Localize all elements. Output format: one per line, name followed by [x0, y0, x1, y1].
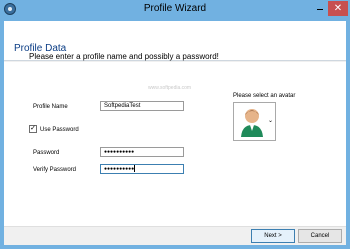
wizard-window: Profile Wizard ✕ Profile Data Next > Can… [0, 0, 350, 249]
password-label: Password [33, 150, 60, 156]
title-bar[interactable]: Profile Wizard ✕ [0, 0, 350, 20]
verify-password-input[interactable]: ●●●●●●●●●● [100, 164, 184, 174]
watermark-text: www.softpedia.com [148, 85, 192, 91]
profile-name-label: Profile Name [33, 104, 68, 110]
next-button[interactable]: Next > [251, 229, 295, 243]
window-title: Profile Wizard [143, 3, 207, 14]
verify-password-label: Verify Password [33, 167, 77, 173]
intro-text: Please enter a profile name and possibly… [29, 52, 219, 61]
use-password-checkbox[interactable]: ✓ [29, 125, 37, 133]
use-password-label: Use Password [40, 127, 79, 133]
cancel-button[interactable]: Cancel [298, 229, 342, 243]
user-avatar-icon [241, 109, 263, 137]
chevron-down-icon[interactable]: ⌄ [268, 117, 273, 124]
password-input[interactable]: ●●●●●●●●●● [100, 147, 184, 157]
avatar-label: Please select an avatar [233, 93, 296, 99]
profile-name-input[interactable]: SoftpediaTest [100, 101, 184, 111]
minimize-button[interactable] [313, 0, 327, 16]
text-caret [134, 165, 136, 173]
verify-password-value: ●●●●●●●●●● [104, 166, 135, 172]
avatar-selector[interactable]: ⌄ [233, 102, 276, 141]
close-button[interactable]: ✕ [328, 1, 348, 16]
